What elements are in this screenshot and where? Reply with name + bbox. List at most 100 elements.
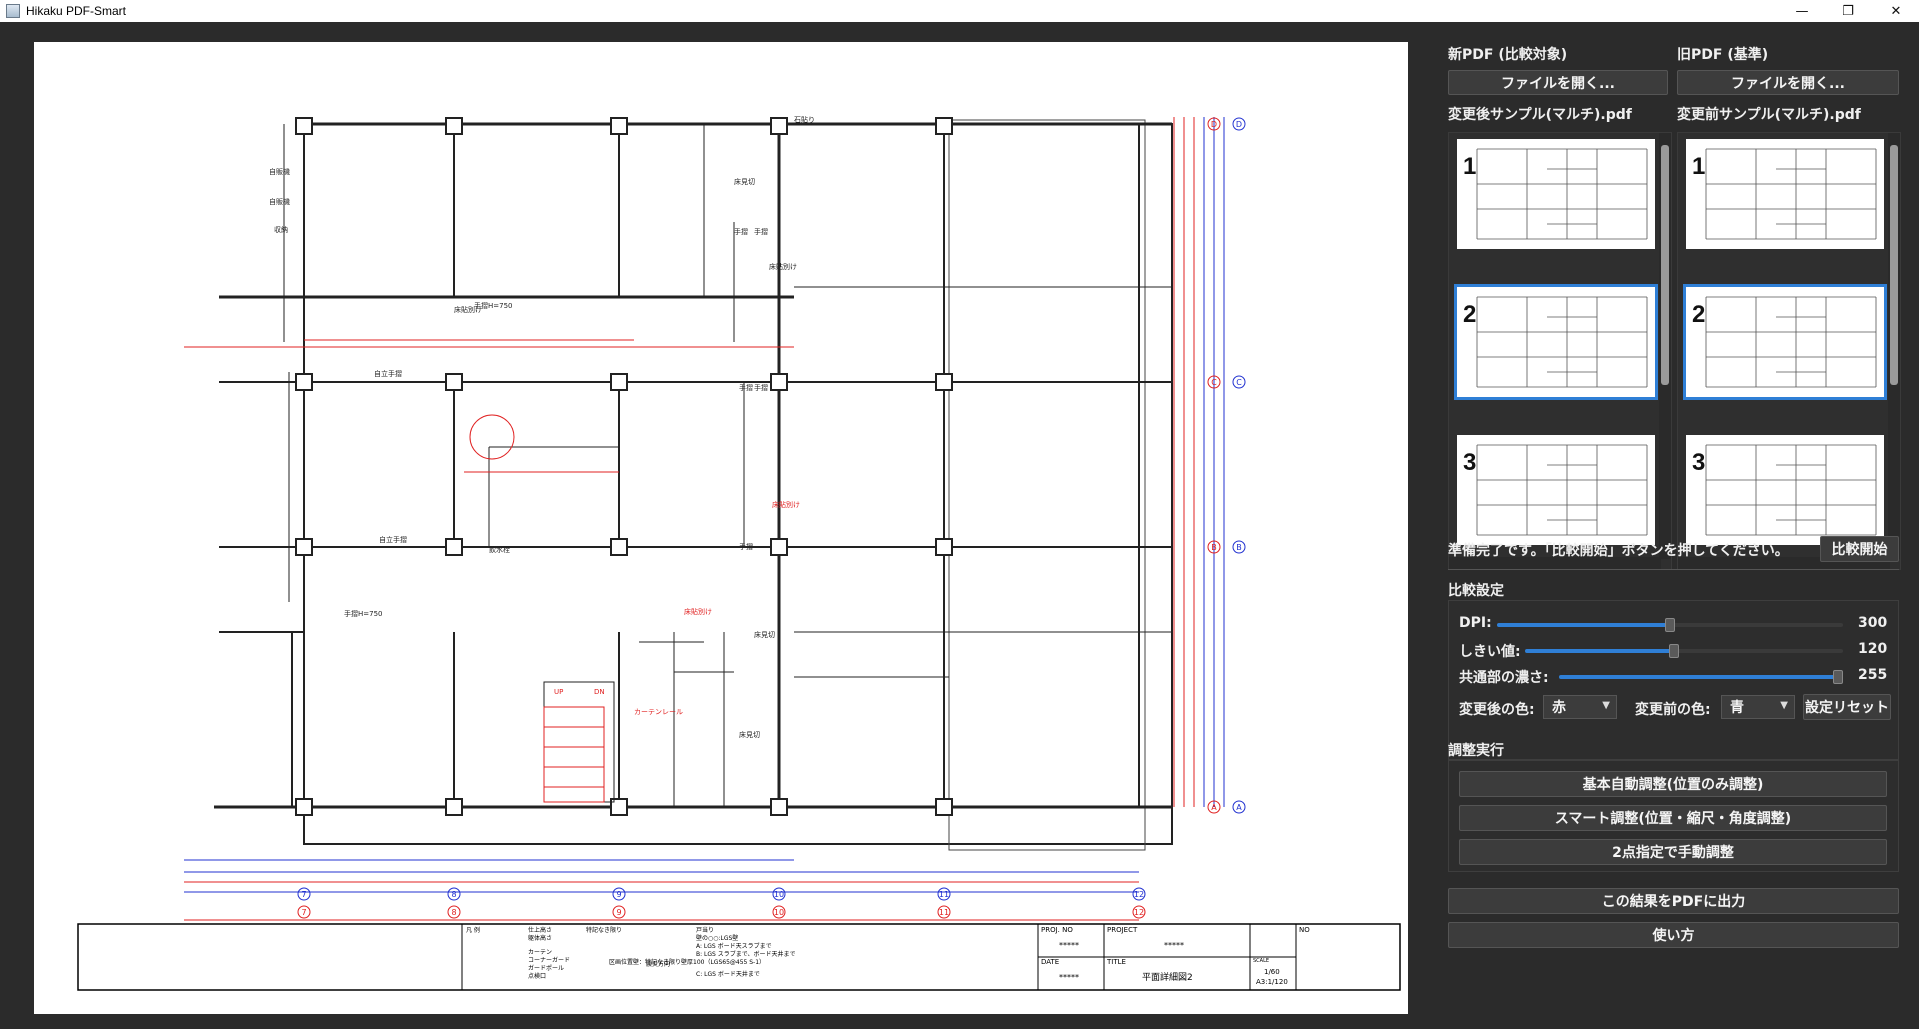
legend-item: B: LGS スラブまで、ボード天井まで [696, 950, 796, 958]
manual-adjust-button[interactable]: 2点指定で手動調整 [1459, 839, 1887, 865]
title-bar: Hikaku PDF-Smart — ❐ ✕ [0, 0, 1919, 22]
common-density-value: 255 [1858, 667, 1888, 683]
tb-proj-no: ***** [1059, 941, 1079, 950]
page-number: 2 [1692, 301, 1706, 328]
slider-handle[interactable] [1669, 644, 1679, 658]
help-button[interactable]: 使い方 [1448, 922, 1899, 948]
room-label: DN [594, 688, 605, 696]
legend-item: 仕上高さ [528, 926, 552, 934]
tb-title-label: TITLE [1106, 958, 1126, 966]
slider-handle[interactable] [1665, 618, 1675, 632]
status-message: 準備完了です。「比較開始」ボタンを押してください。 [1448, 543, 1789, 559]
old-pdf-open-button[interactable]: ファイルを開く... [1677, 70, 1899, 95]
old-pdf-page-thumb-selected[interactable]: 2 [1683, 284, 1887, 400]
new-pdf-page-thumb[interactable]: 1 [1457, 139, 1655, 249]
tb-scale2: A3:1/120 [1256, 978, 1288, 986]
grid-marker-top: 7 [297, 887, 311, 901]
grid-marker-right: BB [1207, 540, 1246, 554]
room-label: 手摺 [754, 383, 768, 392]
new-color-select[interactable]: 赤 ▼ [1543, 695, 1617, 719]
start-compare-button[interactable]: 比較開始 [1820, 536, 1899, 562]
new-pdf-open-button[interactable]: ファイルを開く... [1448, 70, 1668, 95]
old-color-label: 変更前の色: [1635, 702, 1711, 718]
auto-adjust-button[interactable]: 基本自動調整(位置のみ調整) [1459, 771, 1887, 797]
room-label: 床貼別け [684, 607, 712, 616]
old-color-select[interactable]: 青 ▼ [1721, 695, 1795, 719]
page-number: 2 [1463, 301, 1477, 328]
room-label: 飲水栓 [489, 545, 510, 554]
new-pdf-page-list[interactable]: 1 2 3 [1448, 132, 1672, 570]
threshold-slider[interactable] [1525, 644, 1843, 658]
grid-marker-bottom: 8 [447, 905, 461, 919]
old-pdf-page-list[interactable]: 1 2 3 [1677, 132, 1901, 570]
maximize-button[interactable]: ❐ [1825, 0, 1871, 22]
svg-text:A: A [1236, 803, 1242, 812]
tb-project-label: PROJECT [1107, 926, 1138, 934]
grid-marker-bottom: 12 [1132, 905, 1146, 919]
old-pdf-page-thumb[interactable]: 3 [1686, 435, 1884, 545]
legend-item: 壁の○○:LGS壁 [696, 934, 738, 942]
chevron-down-icon: ▼ [1780, 700, 1788, 711]
adjust-header: 調整実行 [1448, 743, 1504, 759]
new-pdf-filename: 変更後サンプル(マルチ).pdf [1448, 107, 1632, 123]
room-label: 手摺 [739, 383, 753, 392]
grid-marker-bottom: 10 [772, 905, 786, 919]
threshold-label: しきい値: [1459, 644, 1521, 660]
app-icon [6, 4, 20, 18]
new-pdf-page-thumb[interactable]: 3 [1457, 435, 1655, 545]
legend-item: 凡 例 [466, 926, 480, 934]
legend-item: ガードポール [528, 964, 564, 972]
old-pdf-vscrollbar[interactable] [1888, 133, 1900, 559]
close-button[interactable]: ✕ [1873, 0, 1919, 22]
svg-text:11: 11 [939, 890, 949, 899]
room-label: 自販機 [269, 167, 290, 176]
svg-text:7: 7 [301, 908, 306, 917]
svg-text:8: 8 [451, 908, 456, 917]
page-number: 3 [1692, 449, 1706, 476]
comparison-canvas[interactable]: 7 8 9 10 11 12 7 8 9 10 11 12 D D C C B B A A 自販機 自販機 収納 床見切 手摺… [34, 42, 1408, 1014]
old-pdf-filename: 変更前サンプル(マルチ).pdf [1677, 107, 1861, 123]
minimize-button[interactable]: — [1779, 0, 1825, 22]
reset-settings-button[interactable]: 設定リセット [1803, 694, 1891, 720]
room-label: 手摺H=750 [344, 609, 383, 618]
legend-item: 点検口 [528, 972, 546, 980]
slider-handle[interactable] [1833, 670, 1843, 684]
room-label: 自立手摺 [379, 535, 407, 544]
scroll-thumb[interactable] [1661, 145, 1669, 385]
old-color-value: 青 [1730, 700, 1744, 716]
scroll-thumb[interactable] [1890, 145, 1898, 385]
dpi-slider[interactable] [1497, 618, 1843, 632]
room-label: 石貼り [794, 115, 815, 124]
common-density-slider[interactable] [1559, 670, 1843, 684]
adjust-group: 基本自動調整(位置のみ調整) スマート調整(位置・縮尺・角度調整) 2点指定で手… [1448, 760, 1899, 872]
page-preview [1476, 148, 1648, 240]
smart-adjust-button[interactable]: スマート調整(位置・縮尺・角度調整) [1459, 805, 1887, 831]
room-label: 床見切 [734, 177, 755, 186]
export-pdf-button[interactable]: この結果をPDFに出力 [1448, 888, 1899, 914]
svg-text:C: C [1236, 378, 1242, 387]
dpi-label: DPI: [1459, 615, 1492, 631]
svg-text:9: 9 [616, 890, 621, 899]
room-label: 自立手摺 [374, 369, 402, 378]
svg-text:D: D [1211, 120, 1217, 129]
tb-project: ***** [1164, 941, 1184, 950]
settings-group: DPI: 300 しきい値: 120 共通部の濃さ: 255 変更後の色: 赤 … [1448, 600, 1899, 760]
grid-marker-top: 11 [937, 887, 951, 901]
legend-item: コーナーガード [528, 956, 570, 964]
legend-item: 区画位置壁：特記なき限り壁厚100（LGS65@455 S-1） [609, 958, 765, 966]
dpi-value: 300 [1858, 615, 1888, 631]
svg-text:10: 10 [774, 908, 784, 917]
slider-fill [1559, 675, 1843, 679]
svg-text:A: A [1211, 803, 1217, 812]
svg-text:C: C [1211, 378, 1217, 387]
new-color-label: 変更後の色: [1459, 702, 1535, 718]
old-pdf-page-thumb[interactable]: 1 [1686, 139, 1884, 249]
grid-marker-bottom: 9 [612, 905, 626, 919]
new-color-value: 赤 [1552, 700, 1566, 716]
svg-text:11: 11 [939, 908, 949, 917]
new-pdf-vscrollbar[interactable] [1659, 133, 1671, 559]
chevron-down-icon: ▼ [1602, 700, 1610, 711]
divider [1448, 569, 1899, 570]
new-pdf-page-thumb-selected[interactable]: 2 [1454, 284, 1658, 400]
common-density-label: 共通部の濃さ: [1459, 670, 1549, 686]
